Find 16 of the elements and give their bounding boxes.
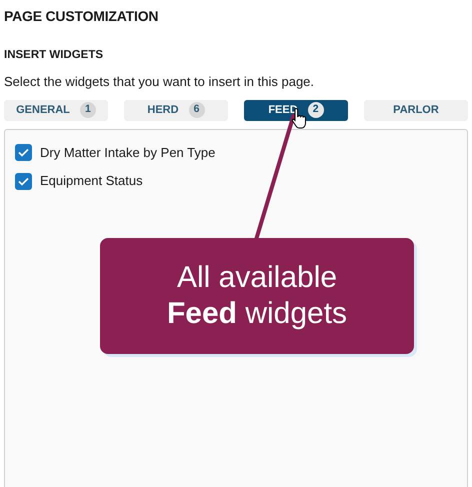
category-tab[interactable]: PARLOR: [364, 100, 468, 121]
count-badge: 6: [188, 102, 205, 118]
check-icon: [18, 176, 29, 186]
page-title: PAGE CUSTOMIZATION: [4, 7, 160, 26]
checkbox[interactable]: [15, 172, 32, 190]
category-tab[interactable]: GENERAL 1: [4, 100, 108, 121]
section-title: INSERT WIDGETS: [4, 48, 104, 63]
section-description: Select the widgets that you want to insert in this page.: [4, 73, 316, 92]
callout-text: All available Feed widgets: [166, 260, 348, 332]
count-badge: 1: [80, 102, 96, 118]
count-badge: 2: [308, 102, 324, 118]
check-icon: [18, 148, 29, 157]
widget-label: Dry Matter Intake by Pen Type: [40, 144, 216, 162]
checkbox[interactable]: [15, 144, 32, 161]
category-tab[interactable]: HERD 6: [124, 100, 228, 121]
widget-label: Equipment Status: [40, 172, 143, 190]
